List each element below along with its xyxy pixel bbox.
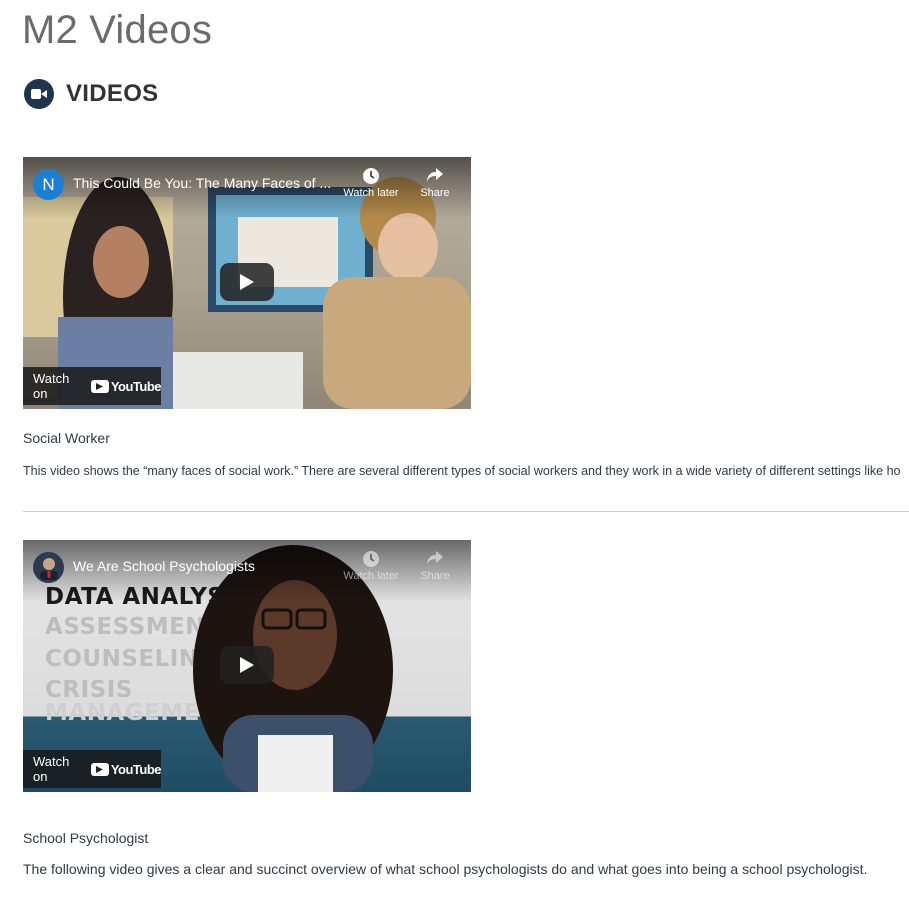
share-arrow-icon [405,550,465,570]
video-title[interactable]: We Are School Psychologists [73,558,333,574]
video-camera-icon [24,79,54,109]
play-icon [240,657,254,673]
watch-later-label: Watch later [343,187,399,199]
watch-on-label: Watch on [33,371,70,401]
watch-later-button[interactable]: Watch later [341,167,401,199]
share-label: Share [420,187,450,199]
share-button[interactable]: Share [405,550,465,582]
video-caption: School Psychologist [23,830,149,846]
watch-later-label: Watch later [343,570,399,582]
share-arrow-icon [405,167,465,187]
play-button[interactable] [220,646,274,684]
youtube-play-icon [90,379,109,393]
videos-section-header: VIDEOS [24,79,159,109]
clock-icon [341,167,401,187]
play-icon [240,274,254,290]
video-description: The following video gives a clear and su… [23,861,868,877]
channel-avatar[interactable] [33,552,64,583]
section-title: VIDEOS [66,80,159,107]
video-title[interactable]: This Could Be You: The Many Faces of ... [73,175,333,191]
video-player-social-worker[interactable]: N This Could Be You: The Many Faces of .… [23,157,471,409]
youtube-logo: YouTube [90,762,162,777]
watch-on-label: Watch on [33,754,70,784]
watch-later-button[interactable]: Watch later [341,550,401,582]
divider [23,511,909,512]
watch-on-youtube-button[interactable]: Watch on YouTube [23,367,162,405]
share-label: Share [420,570,450,582]
video-caption: Social Worker [23,430,110,446]
play-button[interactable] [220,263,274,301]
video-description: This video shows the “many faces of soci… [23,464,901,478]
channel-avatar[interactable]: N [33,169,64,200]
share-button[interactable]: Share [405,167,465,199]
page-title: M2 Videos [22,8,213,52]
watch-on-youtube-button[interactable]: Watch on YouTube [23,750,162,788]
clock-icon [341,550,401,570]
youtube-play-icon [90,762,109,776]
video-player-school-psychologist[interactable]: DATA ANALYSIS ASSESSMENT COUNSELING CRIS… [23,540,471,792]
youtube-logo: YouTube [90,379,162,394]
